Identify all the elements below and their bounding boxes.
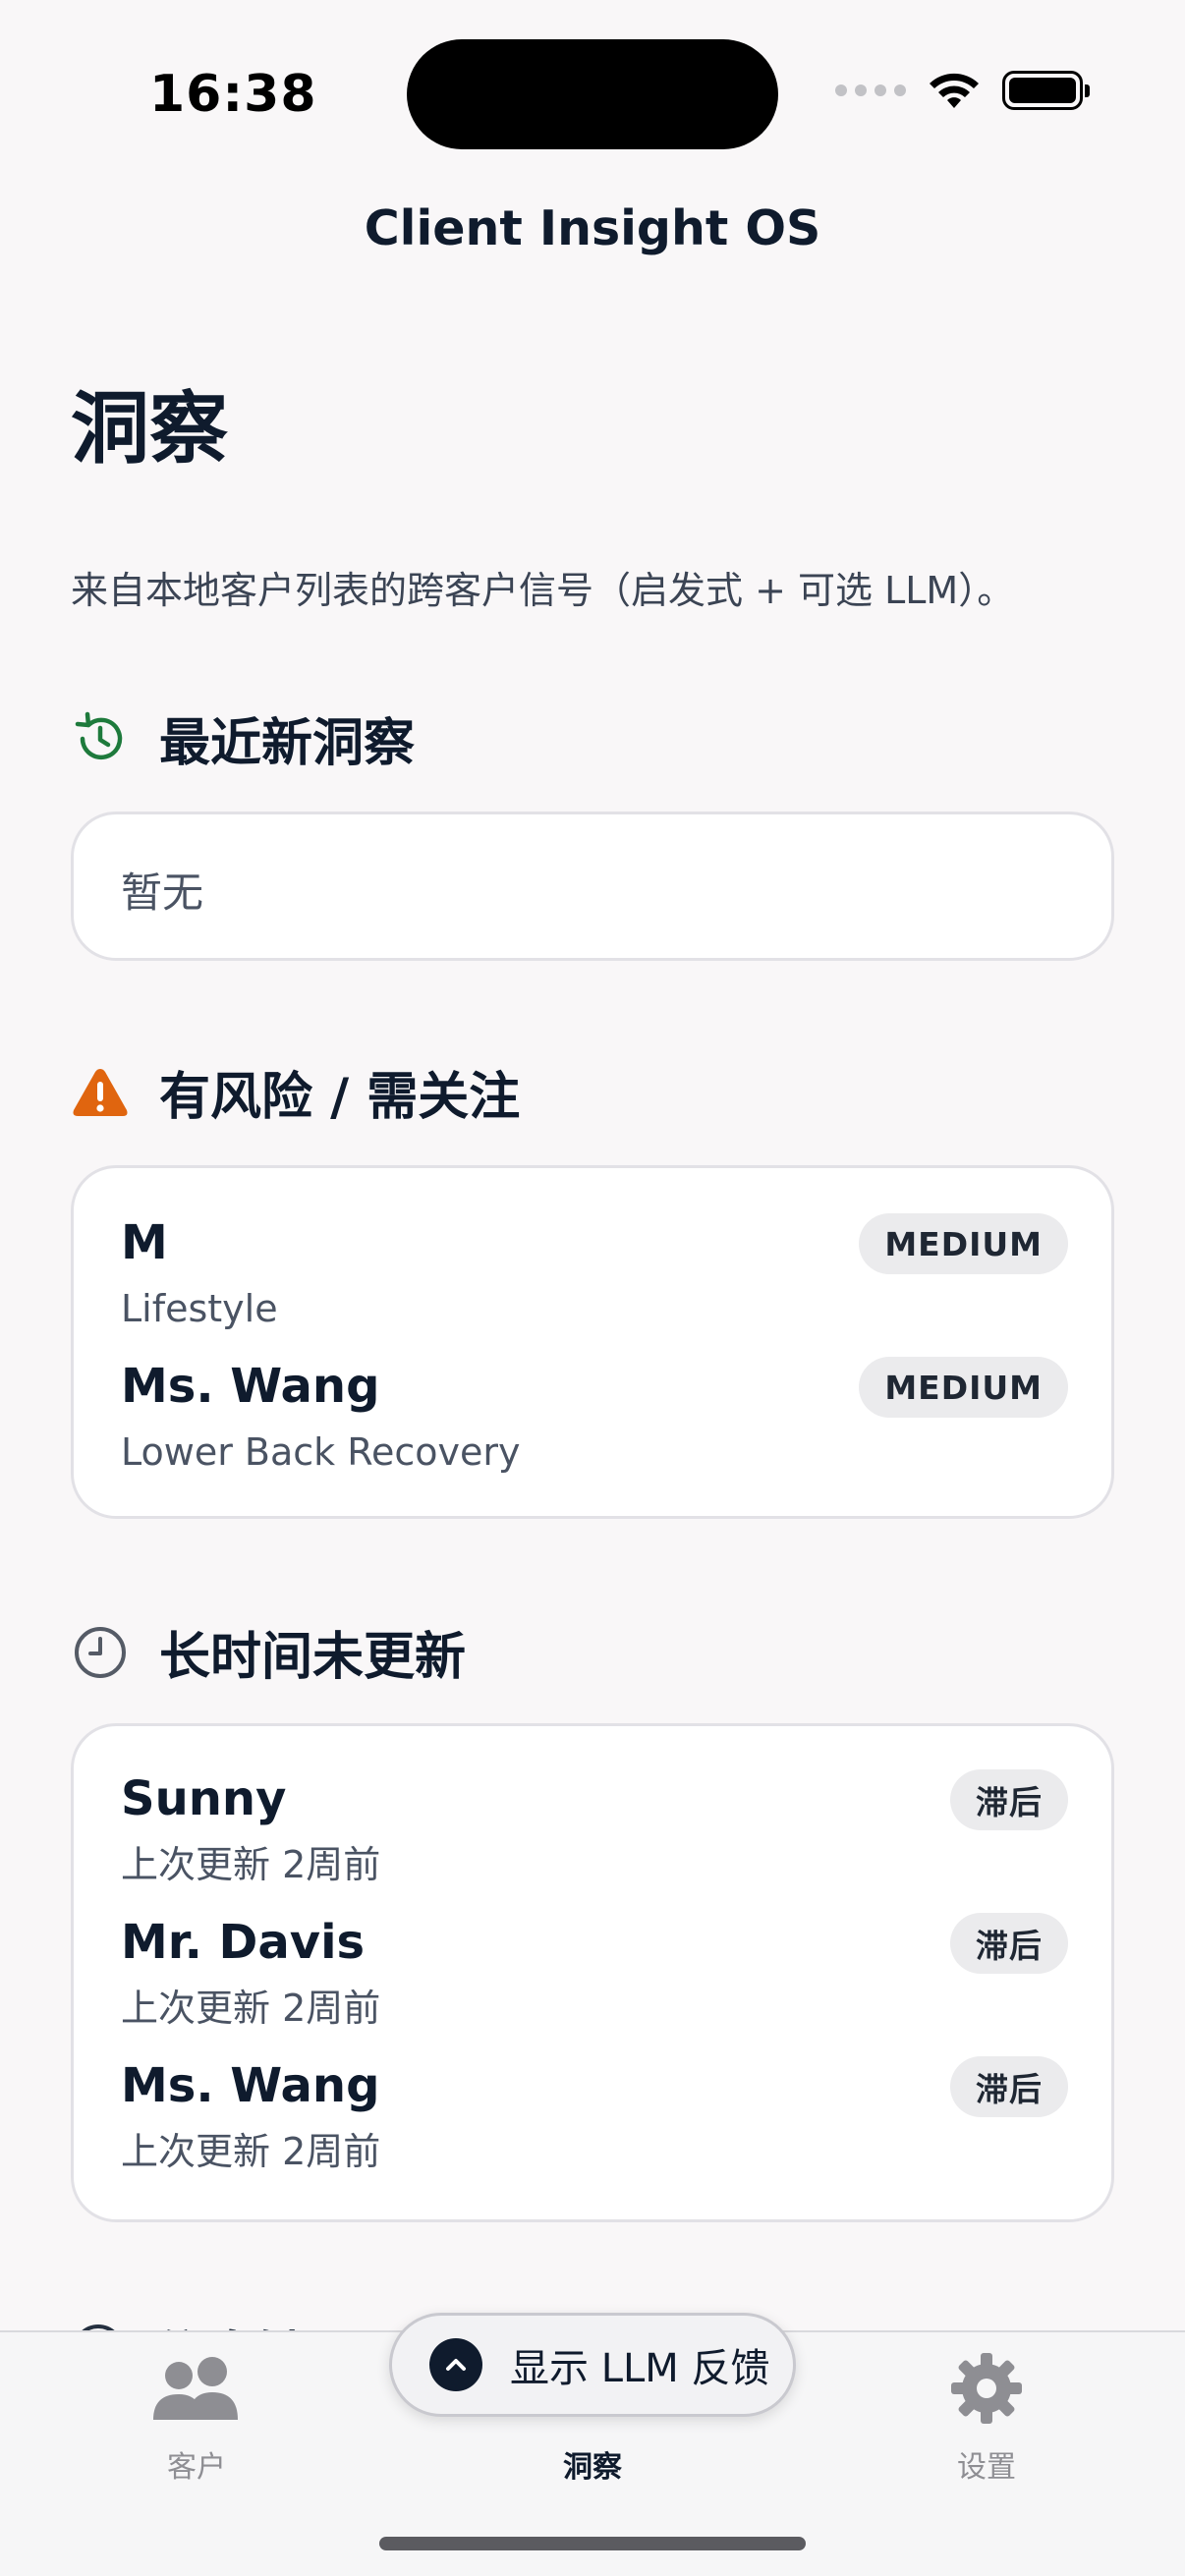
stale-badge: 滞后 — [950, 2056, 1068, 2117]
show-llm-feedback-button[interactable]: 显示 LLM 反馈 — [389, 2313, 796, 2417]
history-icon — [71, 709, 130, 768]
section-stale-title: 长时间未更新 — [159, 1628, 467, 1687]
recent-insights-card: 暂无 — [71, 812, 1114, 961]
list-item[interactable]: Sunny 上次更新 2周前 滞后 — [121, 1769, 1068, 1889]
client-subtitle: Lower Back Recovery — [121, 1430, 521, 1474]
risk-card: M Lifestyle MEDIUM Ms. Wang Lower Back R… — [71, 1165, 1114, 1519]
risk-level-badge: MEDIUM — [859, 1213, 1068, 1274]
cellular-signal-icon — [835, 84, 906, 96]
list-item[interactable]: Ms. Wang 上次更新 2周前 滞后 — [121, 2056, 1068, 2176]
client-name: Mr. Davis — [121, 1915, 366, 1970]
clock-icon — [71, 1623, 130, 1682]
page-title: 洞察 — [71, 383, 228, 475]
tab-settings[interactable]: 设置 — [888, 2348, 1085, 2486]
screen: 16:38 Client Insight OS 洞察 来自本地客户列表的跨客户信… — [0, 0, 1185, 2576]
status-time: 16:38 — [149, 65, 317, 124]
status-indicators — [835, 71, 1090, 110]
wifi-icon — [930, 73, 979, 108]
warning-icon — [71, 1063, 130, 1122]
last-update-text: 上次更新 2周前 — [121, 1843, 381, 1886]
stale-badge: 滞后 — [950, 1913, 1068, 1974]
section-stale-header: 长时间未更新 — [71, 1615, 466, 1689]
list-item[interactable]: Ms. Wang Lower Back Recovery MEDIUM — [121, 1357, 1068, 1477]
client-subtitle: Lifestyle — [121, 1287, 278, 1330]
last-update-text: 上次更新 2周前 — [121, 2130, 381, 2173]
battery-icon — [1002, 71, 1090, 110]
home-indicator[interactable] — [379, 2537, 806, 2550]
section-risk-header: 有风险 / 需关注 — [71, 1055, 520, 1129]
people-icon — [149, 2348, 244, 2429]
tab-clients[interactable]: 客户 — [98, 2348, 295, 2486]
page-subtitle: 来自本地客户列表的跨客户信号（启发式 + 可选 LLM）。 — [71, 569, 1015, 612]
tab-clients-label: 客户 — [167, 2450, 226, 2485]
dynamic-island — [407, 39, 778, 149]
last-update-text: 上次更新 2周前 — [121, 1987, 381, 2030]
chevron-up-icon — [429, 2338, 482, 2391]
risk-level-badge: MEDIUM — [859, 1357, 1068, 1418]
llm-feedback-label: 显示 LLM 反馈 — [510, 2346, 770, 2391]
stale-badge: 滞后 — [950, 1769, 1068, 1830]
section-recent-title: 最近新洞察 — [159, 714, 416, 773]
tab-settings-label: 设置 — [957, 2450, 1016, 2485]
client-name: Sunny — [121, 1771, 287, 1826]
tab-insights-label: 洞察 — [563, 2450, 622, 2485]
nav-title: Client Insight OS — [364, 200, 821, 256]
list-item[interactable]: Mr. Davis 上次更新 2周前 滞后 — [121, 1913, 1068, 2033]
gear-icon — [949, 2348, 1024, 2429]
client-name: Ms. Wang — [121, 2058, 380, 2113]
list-item[interactable]: M Lifestyle MEDIUM — [121, 1213, 1068, 1333]
section-risk-title: 有风险 / 需关注 — [159, 1068, 521, 1127]
stale-card: Sunny 上次更新 2周前 滞后 Mr. Davis 上次更新 2周前 滞后 … — [71, 1723, 1114, 2222]
section-recent-header: 最近新洞察 — [71, 701, 415, 775]
empty-state-text: 暂无 — [121, 868, 204, 917]
